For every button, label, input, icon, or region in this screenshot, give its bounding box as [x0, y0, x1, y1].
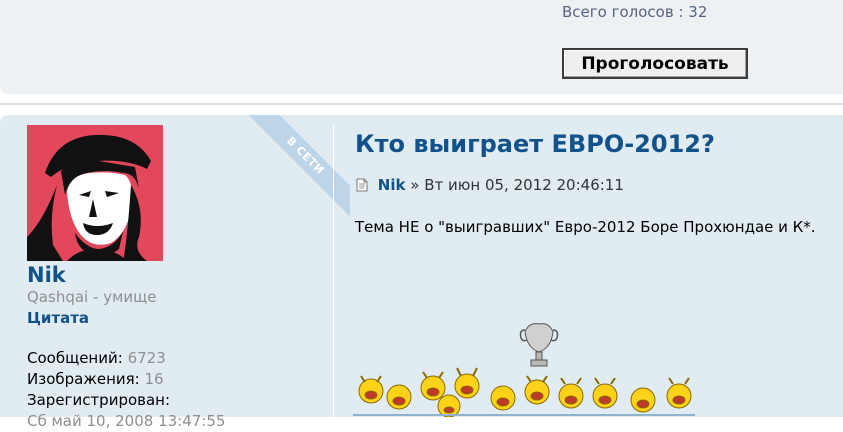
post-body: Тема НЕ о "выигравших" Евро-2012 Боре Пр… [355, 218, 816, 236]
images-label: Изображения: [27, 370, 140, 388]
author-rank: Qashqai - умище [27, 288, 157, 306]
images-count: 16 [144, 370, 164, 388]
vote-button[interactable]: Проголосовать [562, 48, 748, 79]
quote-link[interactable]: Цитата [27, 309, 89, 327]
smiley-icon [592, 377, 618, 409]
messages-label: Сообщений: [27, 349, 123, 367]
avatar-image [27, 125, 163, 261]
post: В СЕТИ Nik Qashqai - умище Цитата Сообще… [0, 115, 843, 430]
smiley-icon [420, 371, 446, 401]
images-row: Изображения: 16 [27, 369, 225, 390]
avatar[interactable] [27, 125, 163, 261]
online-badge: В СЕТИ [230, 115, 350, 235]
trophy-icon [519, 323, 559, 367]
post-meta: Nik » Вт июн 05, 2012 20:46:11 [356, 176, 624, 196]
total-votes-value: 32 [688, 3, 708, 21]
divider [0, 103, 843, 105]
post-icon[interactable] [356, 178, 368, 196]
smiley-icon [358, 375, 384, 404]
smiley-icon [490, 385, 516, 411]
post-author-link[interactable]: Nik [378, 176, 406, 194]
registered-date: Сб май 10, 2008 13:47:55 [27, 412, 226, 430]
poll-panel: Всего голосов : 32 Проголосовать [0, 0, 843, 94]
messages-count: 6723 [127, 349, 166, 367]
messages-row: Сообщений: 6723 [27, 348, 225, 369]
cheering-smileys-image [358, 323, 692, 417]
total-votes: Всего голосов : 32 [562, 3, 707, 21]
author-profile: Сообщений: 6723 Изображения: 16 Зарегист… [27, 348, 225, 432]
post-title[interactable]: Кто выиграет ЕВРО-2012? [355, 130, 715, 158]
smiley-icon [524, 375, 550, 405]
total-votes-label: Всего голосов : [562, 3, 684, 21]
smiley-icon [558, 377, 584, 409]
registered-label: Зарегистрирован: [27, 391, 171, 409]
smiley-icon [630, 387, 656, 413]
author-name[interactable]: Nik [27, 263, 66, 287]
smiley-icon [386, 384, 412, 410]
post-date: Вт июн 05, 2012 20:46:11 [424, 176, 624, 194]
image-underline [353, 414, 695, 416]
meta-separator: » [410, 176, 420, 194]
column-divider [333, 125, 334, 417]
smiley-icon [454, 367, 480, 399]
smiley-icon [666, 377, 692, 409]
